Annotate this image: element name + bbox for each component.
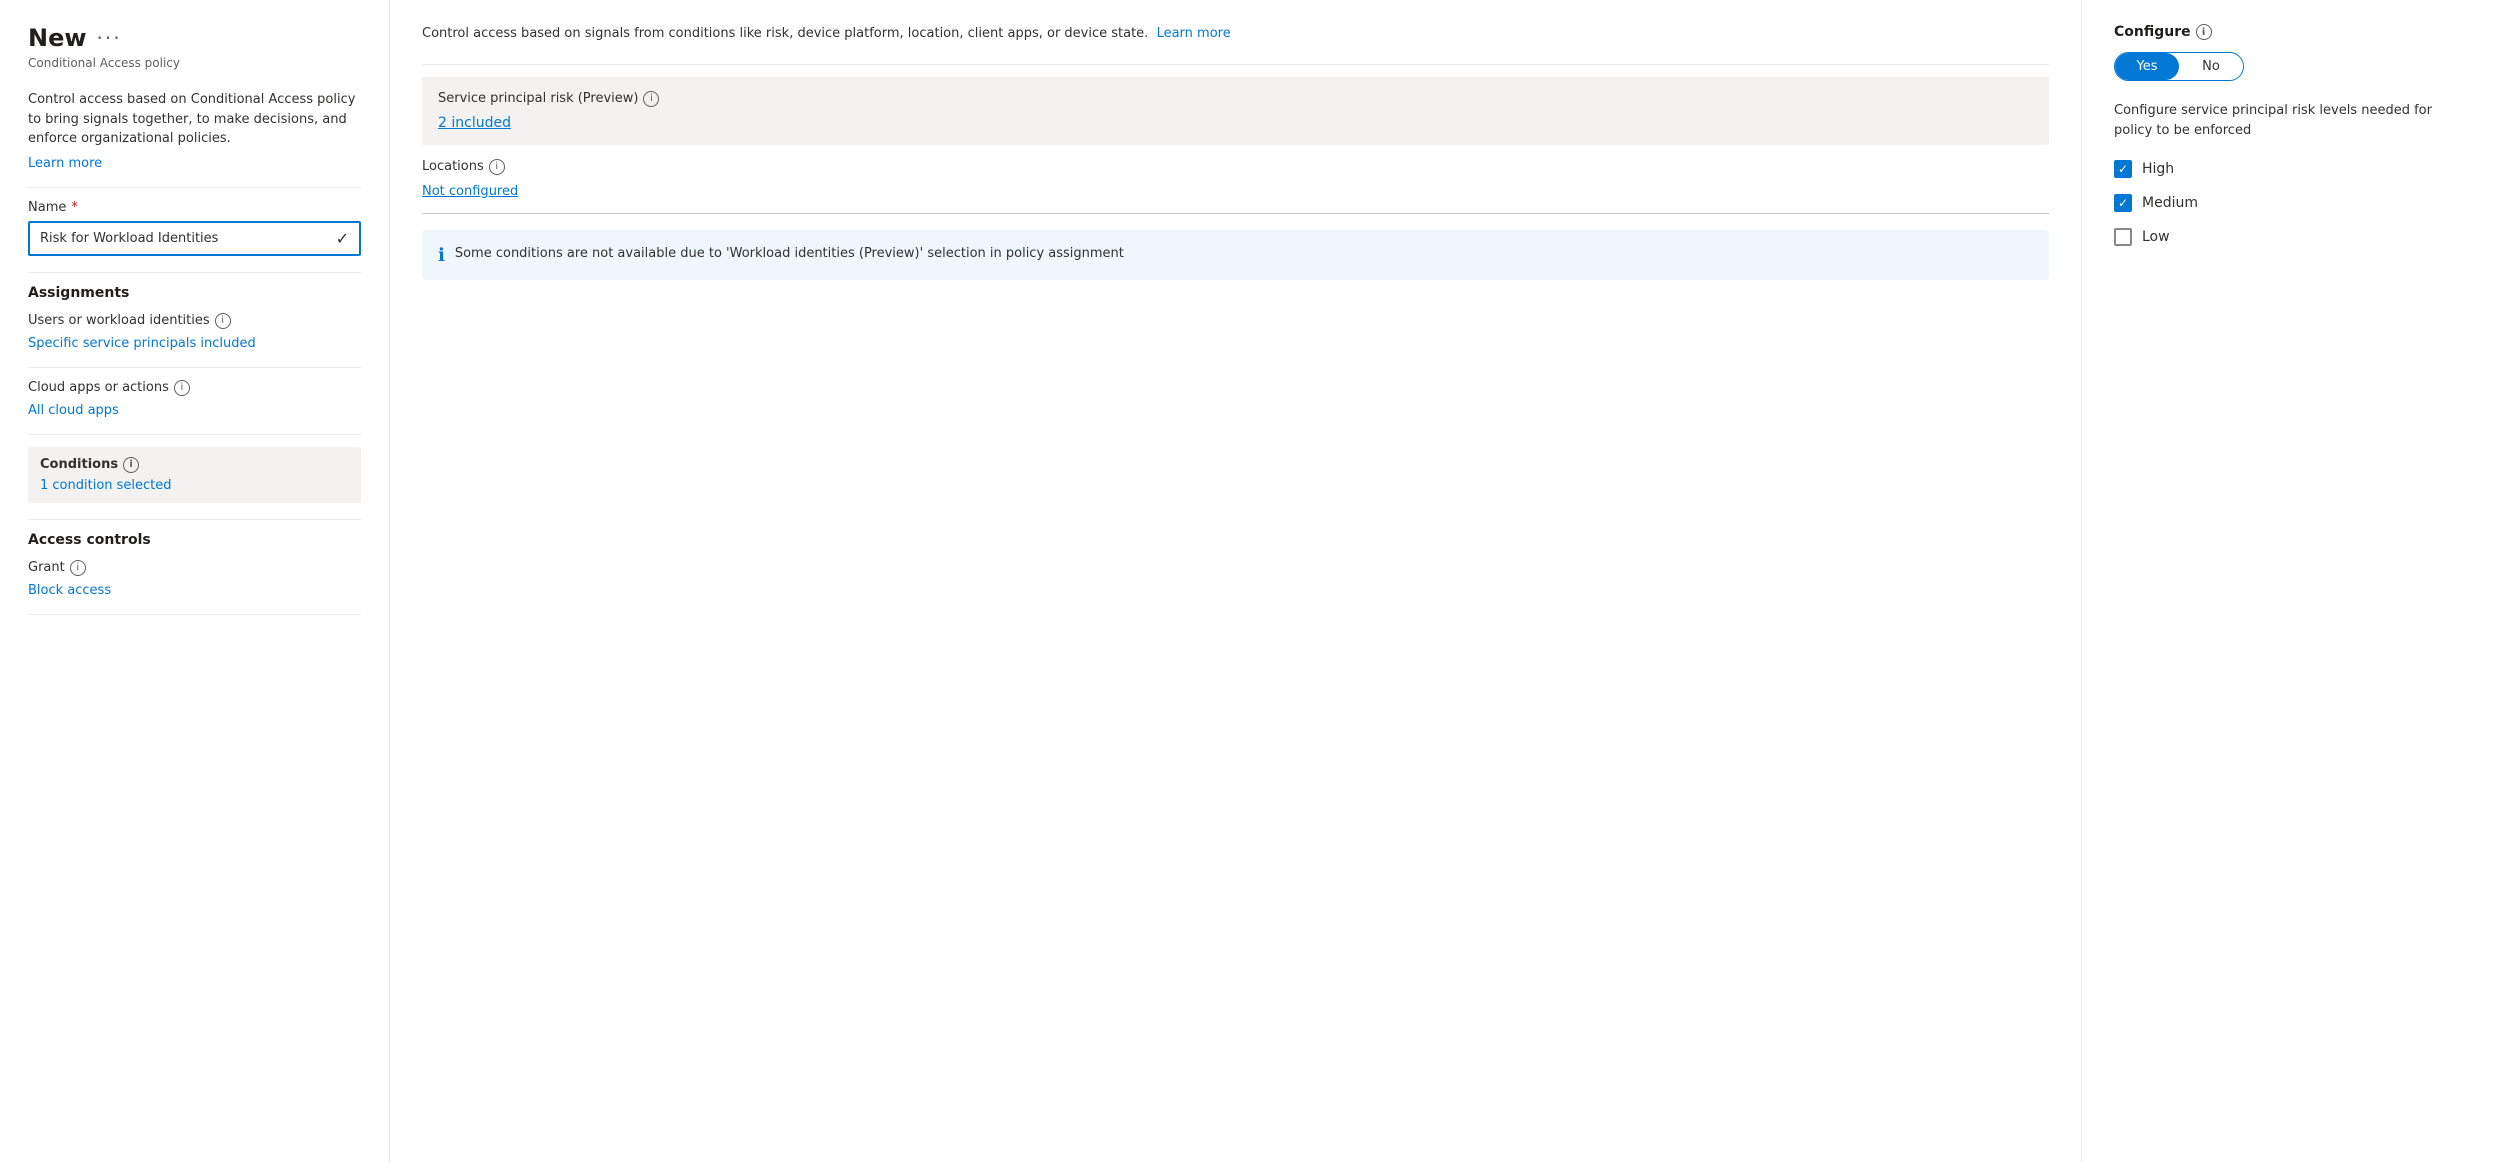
divider-access bbox=[28, 519, 361, 520]
conditions-info-icon[interactable]: i bbox=[123, 457, 139, 473]
divider-name bbox=[28, 187, 361, 188]
left-learn-more-link[interactable]: Learn more bbox=[28, 156, 102, 171]
middle-description: Control access based on signals from con… bbox=[422, 24, 2049, 44]
locations-header: Locations i bbox=[422, 159, 2049, 175]
assignments-label: Assignments bbox=[28, 285, 361, 301]
info-box-icon: ℹ bbox=[438, 245, 445, 266]
configure-info-icon[interactable]: i bbox=[2196, 24, 2212, 40]
low-checkbox-row: Low bbox=[2114, 228, 2470, 246]
page-title: New bbox=[28, 24, 87, 52]
middle-learn-more-link[interactable]: Learn more bbox=[1157, 26, 1231, 41]
configure-description: Configure service principal risk levels … bbox=[2114, 101, 2470, 140]
medium-label: Medium bbox=[2142, 195, 2198, 211]
medium-checkbox-row: ✓ Medium bbox=[2114, 194, 2470, 212]
conditions-value-link[interactable]: 1 condition selected bbox=[40, 478, 172, 493]
toggle-no[interactable]: No bbox=[2179, 53, 2243, 80]
locations-value-link[interactable]: Not configured bbox=[422, 184, 518, 199]
middle-divider-top bbox=[422, 64, 2049, 65]
name-input-value: Risk for Workload Identities bbox=[40, 231, 336, 246]
users-value-link[interactable]: Specific service principals included bbox=[28, 336, 256, 351]
users-info-icon[interactable]: i bbox=[215, 313, 231, 329]
left-panel: New ··· Conditional Access policy Contro… bbox=[0, 0, 390, 1162]
info-box: ℹ Some conditions are not available due … bbox=[422, 230, 2049, 280]
divider-bottom bbox=[28, 614, 361, 615]
locations-info-icon[interactable]: i bbox=[489, 159, 505, 175]
divider-conditions bbox=[28, 434, 361, 435]
medium-checkbox[interactable]: ✓ bbox=[2114, 194, 2132, 212]
middle-panel: Control access based on signals from con… bbox=[390, 0, 2082, 1162]
divider-cloud bbox=[28, 367, 361, 368]
cloud-apps-value-link[interactable]: All cloud apps bbox=[28, 403, 119, 418]
sp-info-icon[interactable]: i bbox=[643, 91, 659, 107]
divider-assignments bbox=[28, 272, 361, 273]
conditions-row[interactable]: Conditions i 1 condition selected bbox=[28, 447, 361, 503]
info-box-text: Some conditions are not available due to… bbox=[455, 244, 1124, 266]
name-field-label: Name * bbox=[28, 200, 361, 215]
page-subtitle: Conditional Access policy bbox=[28, 56, 361, 70]
required-star: * bbox=[71, 200, 78, 215]
medium-checkbox-check: ✓ bbox=[2118, 196, 2128, 210]
name-input[interactable]: Risk for Workload Identities ✓ bbox=[28, 221, 361, 256]
left-description: Control access based on Conditional Acce… bbox=[28, 90, 361, 149]
toggle-yes[interactable]: Yes bbox=[2115, 53, 2179, 80]
low-checkbox[interactable] bbox=[2114, 228, 2132, 246]
checkmark-icon: ✓ bbox=[336, 229, 349, 248]
conditions-header: Conditions i bbox=[40, 457, 349, 473]
users-label: Users or workload identities i bbox=[28, 313, 361, 329]
grant-info-icon[interactable]: i bbox=[70, 560, 86, 576]
cloud-apps-info-icon[interactable]: i bbox=[174, 380, 190, 396]
high-checkbox-check: ✓ bbox=[2118, 162, 2128, 176]
right-panel: Configure i Yes No Configure service pri… bbox=[2082, 0, 2502, 1162]
access-controls-label: Access controls bbox=[28, 532, 361, 548]
high-checkbox[interactable]: ✓ bbox=[2114, 160, 2132, 178]
cloud-apps-label: Cloud apps or actions i bbox=[28, 380, 361, 396]
more-menu-icon[interactable]: ··· bbox=[97, 26, 122, 50]
grant-value-link[interactable]: Block access bbox=[28, 583, 111, 598]
configure-label: Configure i bbox=[2114, 24, 2470, 40]
sp-included-link[interactable]: 2 included bbox=[438, 115, 511, 131]
high-label: High bbox=[2142, 161, 2174, 177]
high-checkbox-row: ✓ High bbox=[2114, 160, 2470, 178]
sp-header: Service principal risk (Preview) i bbox=[438, 91, 2033, 107]
service-principal-section: Service principal risk (Preview) i 2 inc… bbox=[422, 77, 2049, 145]
locations-section: Locations i Not configured bbox=[422, 145, 2049, 214]
grant-label: Grant i bbox=[28, 560, 361, 576]
low-label: Low bbox=[2142, 229, 2170, 245]
configure-toggle[interactable]: Yes No bbox=[2114, 52, 2244, 81]
